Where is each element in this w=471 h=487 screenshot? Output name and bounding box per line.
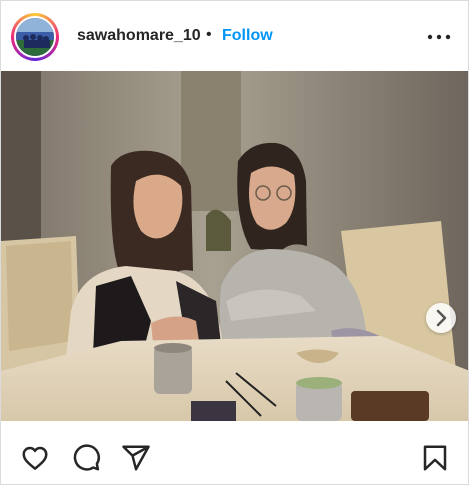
story-ring[interactable] (11, 13, 59, 61)
bookmark-icon[interactable] (420, 443, 450, 473)
more-horizontal-icon[interactable] (427, 33, 451, 41)
next-photo-button[interactable] (426, 303, 456, 333)
share-icon[interactable] (121, 443, 151, 473)
heart-icon[interactable] (20, 443, 50, 473)
instagram-post: sawahomare_10 • Follow (0, 0, 469, 485)
username-link[interactable]: sawahomare_10 (77, 27, 201, 45)
photo-image (1, 71, 468, 421)
action-bar (1, 421, 468, 484)
post-header: sawahomare_10 • Follow (1, 1, 468, 71)
post-photo[interactable] (1, 71, 468, 421)
comment-icon[interactable] (71, 443, 101, 473)
chevron-right-icon (436, 309, 447, 327)
separator-dot: • (206, 26, 212, 43)
follow-button[interactable]: Follow (222, 27, 273, 45)
avatar[interactable] (14, 16, 56, 58)
